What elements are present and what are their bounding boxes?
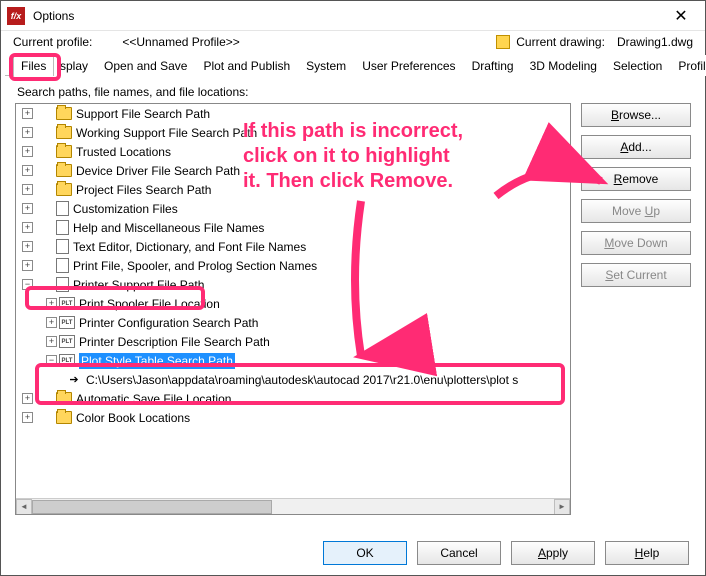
tree-item[interactable]: Working Support File Search Path xyxy=(76,126,257,140)
titlebar: f/x Options ✕ xyxy=(1,1,705,31)
page-icon xyxy=(56,201,69,216)
expand-icon[interactable]: + xyxy=(22,241,33,252)
plt-icon: PLT xyxy=(59,335,75,348)
tree-item[interactable]: Device Driver File Search Path xyxy=(76,164,240,178)
expand-icon[interactable]: + xyxy=(22,108,33,119)
tree-item[interactable]: Color Book Locations xyxy=(76,411,190,425)
tab-3d-modeling[interactable]: 3D Modeling xyxy=(522,55,605,76)
tree-view[interactable]: + Support File Search Path + Working Suppo… xyxy=(15,103,571,515)
tabs: Files isplay Open and Save Plot and Publ… xyxy=(5,55,701,76)
tab-display[interactable]: isplay xyxy=(54,55,96,76)
tree-item[interactable]: Trusted Locations xyxy=(76,145,171,159)
expand-icon[interactable]: + xyxy=(46,336,57,347)
move-down-button: Move Down xyxy=(581,231,691,255)
tree-item[interactable]: Help and Miscellaneous File Names xyxy=(73,221,264,235)
browse-button[interactable]: Browse... xyxy=(581,103,691,127)
move-up-button: Move Up xyxy=(581,199,691,223)
profile-row: Current profile: <<Unnamed Profile>> Cur… xyxy=(1,31,705,51)
tree-item[interactable]: Printer Configuration Search Path xyxy=(79,316,258,330)
close-icon[interactable]: ✕ xyxy=(661,2,701,30)
ok-button[interactable]: OK xyxy=(323,541,407,565)
expand-icon[interactable]: + xyxy=(22,393,33,404)
page-icon xyxy=(56,277,69,292)
path-arrow-icon: ➔ xyxy=(66,373,82,386)
folder-icon xyxy=(56,392,72,405)
expand-icon[interactable]: + xyxy=(22,412,33,423)
tree-item[interactable]: Printer Description File Search Path xyxy=(79,335,270,349)
set-current-button: Set Current xyxy=(581,263,691,287)
tree-item-path[interactable]: C:\Users\Jason\appdata\roaming\autodesk\… xyxy=(86,373,518,387)
tree-item[interactable]: Print Spooler File Location xyxy=(79,297,220,311)
plt-icon: PLT xyxy=(59,316,75,329)
help-button[interactable]: Help xyxy=(605,541,689,565)
tab-profiles[interactable]: Profiles xyxy=(670,55,706,76)
page-icon xyxy=(56,239,69,254)
expand-icon[interactable]: + xyxy=(22,203,33,214)
tree-item[interactable]: Automatic Save File Location xyxy=(76,392,231,406)
folder-icon xyxy=(56,107,72,120)
side-buttons: Browse... Add... Remove Move Up Move Dow… xyxy=(571,103,691,515)
main-panel: Search paths, file names, and file locat… xyxy=(9,79,697,523)
expand-icon[interactable]: + xyxy=(46,317,57,328)
drawing-icon xyxy=(496,35,510,49)
folder-icon xyxy=(56,126,72,139)
plt-icon: PLT xyxy=(59,297,75,310)
current-drawing-value: Drawing1.dwg xyxy=(617,35,693,49)
page-icon xyxy=(56,220,69,235)
app-icon: f/x xyxy=(7,7,25,25)
remove-button[interactable]: Remove xyxy=(581,167,691,191)
expand-icon[interactable]: + xyxy=(22,184,33,195)
tree-item[interactable]: Project Files Search Path xyxy=(76,183,211,197)
apply-button[interactable]: Apply xyxy=(511,541,595,565)
plt-icon: PLT xyxy=(59,354,75,367)
expand-icon[interactable]: + xyxy=(46,298,57,309)
expand-icon[interactable]: + xyxy=(22,146,33,157)
current-drawing-label: Current drawing: xyxy=(516,35,605,49)
horizontal-scrollbar[interactable]: ◄ ► xyxy=(16,498,570,514)
tab-system[interactable]: System xyxy=(298,55,354,76)
tab-drafting[interactable]: Drafting xyxy=(464,55,522,76)
tree-item[interactable]: Customization Files xyxy=(73,202,178,216)
tree-item[interactable]: Print File, Spooler, and Prolog Section … xyxy=(73,259,317,273)
tab-plot-publish[interactable]: Plot and Publish xyxy=(195,55,298,76)
dialog-buttons: OK Cancel Apply Help xyxy=(323,541,689,565)
collapse-icon[interactable]: − xyxy=(22,279,33,290)
current-profile-value: <<Unnamed Profile>> xyxy=(122,35,239,49)
folder-icon xyxy=(56,183,72,196)
add-button[interactable]: Add... xyxy=(581,135,691,159)
folder-icon xyxy=(56,411,72,424)
folder-icon xyxy=(56,164,72,177)
scroll-right-icon[interactable]: ► xyxy=(554,499,570,515)
tab-user-prefs[interactable]: User Preferences xyxy=(354,55,463,76)
tab-selection[interactable]: Selection xyxy=(605,55,670,76)
expand-icon[interactable]: + xyxy=(22,222,33,233)
page-icon xyxy=(56,258,69,273)
scroll-left-icon[interactable]: ◄ xyxy=(16,499,32,515)
tab-open-save[interactable]: Open and Save xyxy=(96,55,195,76)
tree-item[interactable]: Support File Search Path xyxy=(76,107,210,121)
window-title: Options xyxy=(33,9,74,23)
cancel-button[interactable]: Cancel xyxy=(417,541,501,565)
tab-files[interactable]: Files xyxy=(13,55,54,76)
scroll-thumb[interactable] xyxy=(32,500,272,514)
expand-icon[interactable]: + xyxy=(22,127,33,138)
expand-icon[interactable]: + xyxy=(22,165,33,176)
tree-item[interactable]: Text Editor, Dictionary, and Font File N… xyxy=(73,240,306,254)
tree-item-printer-support[interactable]: Printer Support File Path xyxy=(73,278,204,292)
current-profile-label: Current profile: xyxy=(13,35,92,49)
collapse-icon[interactable]: − xyxy=(46,355,57,366)
search-paths-label: Search paths, file names, and file locat… xyxy=(17,85,691,99)
folder-icon xyxy=(56,145,72,158)
tree-item-plot-style-selected[interactable]: Plot Style Table Search Path xyxy=(79,353,235,369)
expand-icon[interactable]: + xyxy=(22,260,33,271)
